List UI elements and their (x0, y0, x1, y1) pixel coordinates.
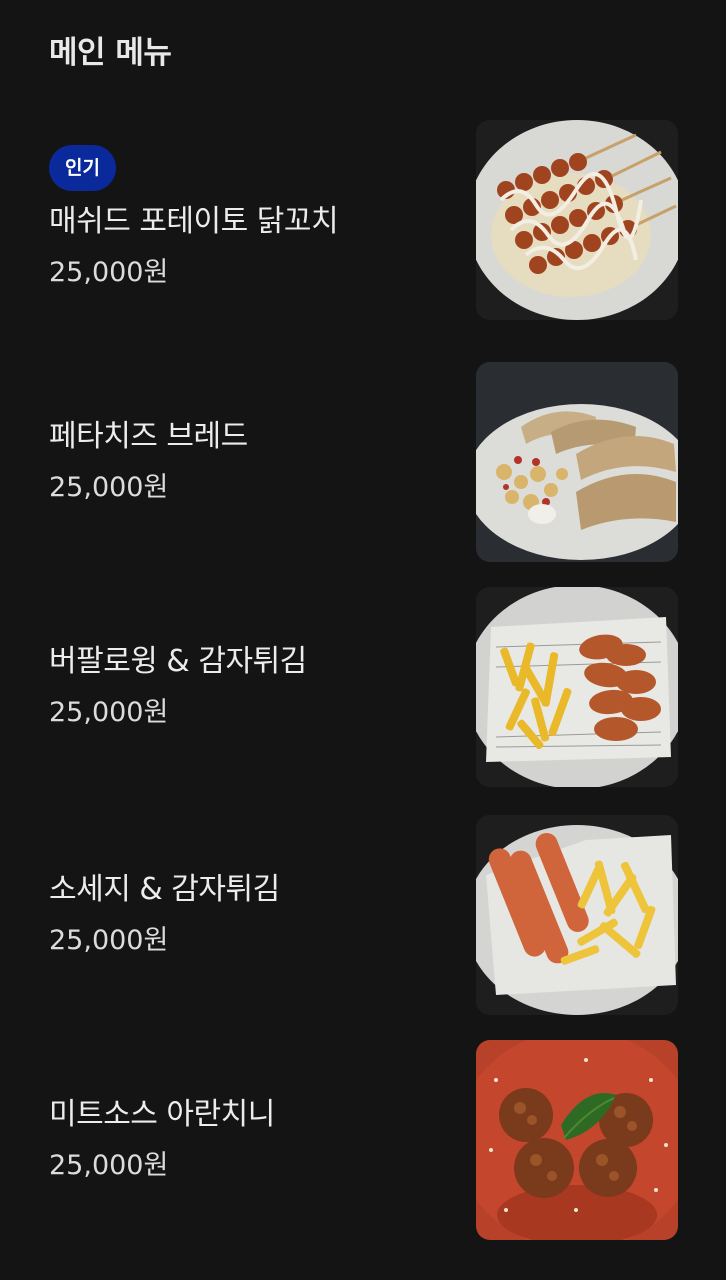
menu-item-price: 25,000원 (49, 697, 169, 728)
menu-item[interactable]: 페타치즈 브레드 25,000원 (0, 362, 726, 562)
menu-item[interactable]: 소세지 & 감자튀김 25,000원 (0, 815, 726, 1015)
menu-item-text: 인기 매쉬드 포테이토 닭꼬치 25,000원 (49, 120, 449, 320)
menu-item-text: 소세지 & 감자튀김 25,000원 (49, 815, 449, 1015)
menu-item-name: 버팔로윙 & 감자튀김 (49, 644, 307, 679)
menu-item-price: 25,000원 (49, 472, 169, 503)
menu-item-image[interactable] (476, 815, 678, 1015)
arancini-image (476, 1040, 678, 1240)
section-title: 메인 메뉴 (49, 35, 172, 71)
menu-item-text: 버팔로윙 & 감자튀김 25,000원 (49, 587, 449, 787)
sausage-fries-image (476, 815, 678, 1015)
menu-item-name: 미트소스 아란치니 (49, 1097, 275, 1132)
menu-item-image[interactable] (476, 1040, 678, 1240)
menu-item-name: 페타치즈 브레드 (49, 419, 248, 454)
popular-badge: 인기 (49, 145, 116, 191)
buffalo-wings-image (476, 587, 678, 787)
chicken-skewers-image (476, 120, 678, 320)
menu-item[interactable]: 버팔로윙 & 감자튀김 25,000원 (0, 587, 726, 787)
menu-item-image[interactable] (476, 587, 678, 787)
menu-item-text: 미트소스 아란치니 25,000원 (49, 1040, 449, 1240)
menu-item-image[interactable] (476, 362, 678, 562)
menu-item-price: 25,000원 (49, 925, 169, 956)
menu-item-name: 소세지 & 감자튀김 (49, 872, 280, 907)
menu-item-name: 매쉬드 포테이토 닭꼬치 (49, 204, 339, 239)
menu-item-text: 페타치즈 브레드 25,000원 (49, 362, 449, 562)
menu-item-price: 25,000원 (49, 257, 169, 288)
menu-item[interactable]: 미트소스 아란치니 25,000원 (0, 1040, 726, 1240)
menu-item[interactable]: 인기 매쉬드 포테이토 닭꼬치 25,000원 (0, 120, 726, 320)
menu-item-image[interactable] (476, 120, 678, 320)
menu-item-price: 25,000원 (49, 1150, 169, 1181)
feta-bread-image (476, 362, 678, 562)
